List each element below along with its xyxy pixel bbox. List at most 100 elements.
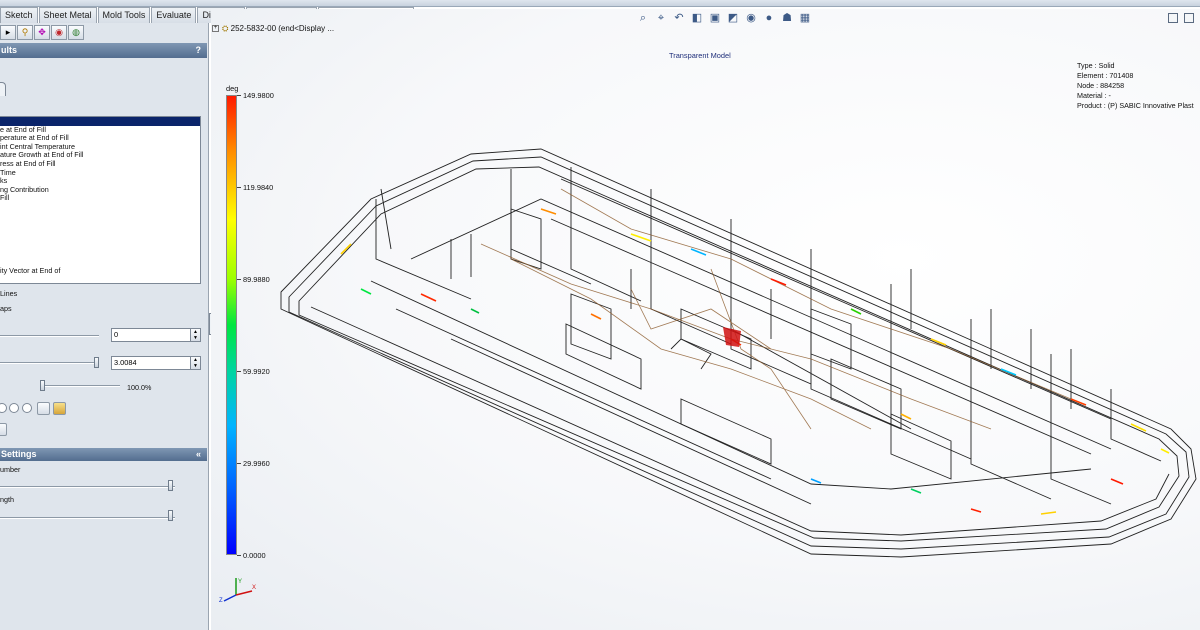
number-label: umber — [0, 465, 21, 474]
expand-icon[interactable]: + — [212, 25, 219, 33]
feature-manager-icon[interactable]: ⚲ — [17, 25, 33, 40]
panel-tab[interactable] — [0, 82, 6, 96]
info-line: Element : 701408 — [1077, 71, 1134, 80]
list-item[interactable]: e at End of Fill — [0, 126, 200, 135]
zoom-area-icon[interactable]: ⌖ — [654, 12, 668, 25]
number-slider-track[interactable] — [0, 486, 175, 488]
ribbon-tab-sheet-metal[interactable]: Sheet Metal — [38, 7, 97, 23]
list-item[interactable]: int Central Temperature — [0, 143, 200, 152]
results-list[interactable]: e at End of Fill perature at End of Fill i… — [0, 116, 201, 284]
previous-view-icon[interactable]: ↶ — [672, 12, 686, 25]
legend-tick-mark — [237, 95, 241, 96]
axis-triad: Y X Z — [218, 575, 260, 607]
display-manager-icon[interactable]: ◍ — [68, 25, 84, 40]
min-value-field[interactable]: 0 — [111, 328, 191, 342]
number-slider-thumb[interactable] — [168, 480, 173, 491]
legend-tick-label: 0.0000 — [243, 551, 266, 560]
max-slider-thumb[interactable] — [94, 357, 99, 368]
feature-tree-root[interactable]: + ⛭ 252-5832-00 (end<Display ... — [212, 24, 334, 34]
length-slider-track[interactable] — [0, 517, 175, 519]
zoom-fit-icon[interactable]: ⌕ — [636, 12, 650, 25]
section-view-icon[interactable]: ◧ — [690, 12, 704, 25]
list-item[interactable]: ature Growth at End of Fill — [0, 151, 200, 160]
legend-tick-label: 119.9840 — [243, 183, 274, 192]
info-line: Product : (P) SABIC Innovative Plast — [1077, 101, 1194, 110]
legend-tick-label: 149.9800 — [243, 91, 274, 100]
ribbon-tab-evaluate[interactable]: Evaluate — [151, 7, 197, 23]
apply-scene-icon[interactable]: ☗ — [780, 12, 794, 25]
option-radio-2[interactable] — [9, 403, 19, 413]
hide-show-icon[interactable]: ◉ — [744, 12, 758, 25]
results-header-label: ults — [1, 45, 18, 55]
collapse-chevron-icon[interactable]: « — [196, 448, 201, 461]
part-model-wireframe — [280, 148, 1197, 558]
max-slider-track[interactable] — [0, 362, 99, 364]
collapse-icon[interactable]: ▸ — [0, 25, 16, 40]
help-icon[interactable]: ? — [196, 43, 202, 58]
settings-header-label: Settings — [1, 449, 37, 459]
info-line: Node : 884258 — [1077, 81, 1125, 90]
svg-text:Z: Z — [219, 598, 223, 604]
length-label: ngth — [0, 495, 14, 504]
legend-tick-mark — [237, 555, 241, 556]
panel-icon-row: ▸ ⚲ ✥ ◉ ◍ — [0, 25, 84, 41]
property-manager-icon[interactable]: ✥ — [34, 25, 50, 40]
color-option-button[interactable] — [53, 402, 66, 415]
legend-tick-label: 59.9920 — [243, 367, 270, 376]
view-settings-icon[interactable]: ▦ — [798, 12, 812, 25]
edit-appearance-icon[interactable]: ● — [762, 12, 776, 25]
length-slider-thumb[interactable] — [168, 510, 173, 521]
maximize-window-icon[interactable] — [1184, 13, 1194, 23]
legend-tick-mark — [237, 371, 241, 372]
option-radio-1[interactable] — [0, 403, 7, 413]
legend-tick-label: 29.9960 — [243, 459, 270, 468]
legend-tick-mark — [237, 279, 241, 280]
info-line: Material : - — [1077, 91, 1111, 100]
list-item[interactable]: Fill — [0, 194, 200, 203]
results-header[interactable]: ults ? — [0, 43, 207, 58]
graphics-viewport[interactable]: ⌕ ⌖ ↶ ◧ ▣ ◩ ◉ ● ☗ ▦ — [211, 9, 1200, 630]
list-item[interactable]: ks — [0, 177, 200, 186]
transparency-slider-thumb[interactable] — [40, 380, 45, 391]
window-controls — [1168, 13, 1194, 23]
min-slider-track[interactable] — [0, 335, 99, 337]
max-value-spinner[interactable]: ▲ ▼ — [190, 356, 201, 370]
restore-window-icon[interactable] — [1168, 13, 1178, 23]
svg-text:X: X — [252, 585, 256, 591]
display-style-icon[interactable]: ◩ — [726, 12, 740, 25]
legend-tick-mark — [237, 187, 241, 188]
display-option-button[interactable] — [37, 402, 50, 415]
lines-label: Lines — [0, 289, 18, 298]
transparency-percent: 100.0% — [127, 383, 152, 392]
ribbon-tab-mold-tools[interactable]: Mold Tools — [97, 7, 151, 23]
tree-item-label: 252-5832-00 (end<Display ... — [230, 24, 335, 33]
config-manager-icon[interactable]: ◉ — [51, 25, 67, 40]
list-item[interactable]: perature at End of Fill — [0, 134, 200, 143]
info-line: Type : Solid — [1077, 61, 1115, 70]
color-legend-bar — [226, 95, 237, 555]
max-value-field[interactable]: 3.0084 — [111, 356, 191, 370]
list-item-selected[interactable] — [0, 117, 200, 126]
legend-tick-mark — [237, 463, 241, 464]
list-item[interactable]: ng Contribution — [0, 186, 200, 195]
apply-button[interactable] — [0, 423, 7, 436]
settings-header[interactable]: Settings « — [0, 448, 207, 461]
view-orientation-icon[interactable]: ▣ — [708, 12, 722, 25]
vector-label: ity Vector at End of — [0, 266, 61, 275]
list-item[interactable]: Time — [0, 169, 200, 178]
option-radio-3[interactable] — [22, 403, 32, 413]
traps-label: aps — [0, 304, 12, 313]
property-manager-panel: ▸ ⚲ ✥ ◉ ◍ ults ? e at End of Fill peratur… — [0, 23, 209, 630]
transparency-slider-track[interactable] — [42, 385, 120, 387]
ribbon-tab-sketch[interactable]: Sketch — [0, 7, 38, 23]
model-title: Transparent Model — [669, 51, 731, 60]
legend-unit: deg — [226, 84, 239, 93]
svg-text:Y: Y — [238, 579, 242, 585]
legend-tick-label: 89.9880 — [243, 275, 270, 284]
min-value-spinner[interactable]: ▲ ▼ — [190, 328, 201, 342]
view-heads-up-toolbar: ⌕ ⌖ ↶ ◧ ▣ ◩ ◉ ● ☗ ▦ — [636, 12, 812, 25]
list-item[interactable]: ress at End of Fill — [0, 160, 200, 169]
model-info-block: Type : Solid Element : 701408 Node : 88425… — [1077, 61, 1194, 111]
part-icon: ⛭ — [222, 24, 229, 33]
title-strip — [0, 0, 1200, 7]
